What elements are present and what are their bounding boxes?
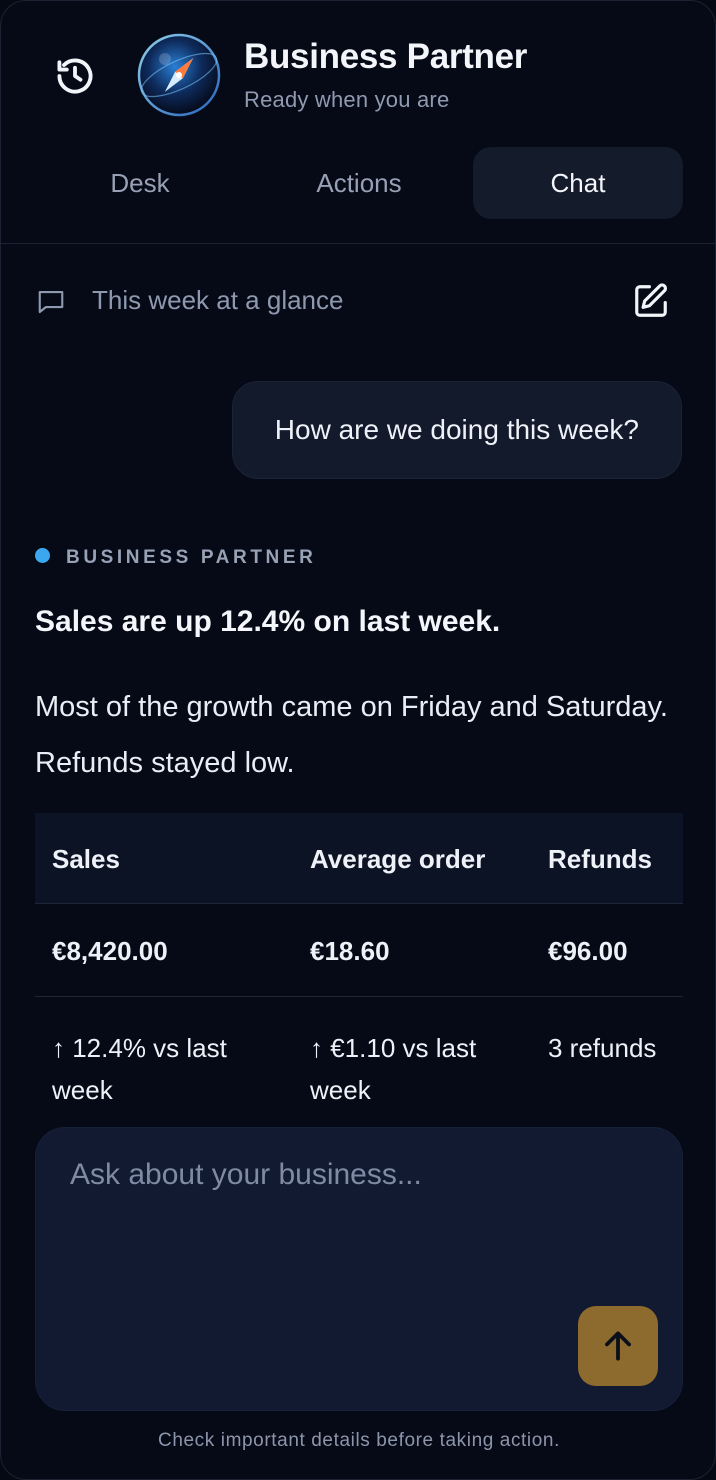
metric-value-sales: €8,420.00 [52, 936, 168, 966]
metrics-table: Sales Average order Refunds €8,420.00 €1… [35, 813, 683, 1117]
metrics-changes-row: ↑ 12.4% vs last week ↑ €1.10 vs last wee… [35, 997, 683, 1117]
assistant-label: BUSINESS PARTNER [35, 547, 316, 569]
message-input[interactable] [70, 1150, 630, 1200]
conversation-title: This week at a glance [92, 285, 344, 315]
composer [35, 1127, 683, 1411]
arrow-up-icon [605, 1331, 631, 1361]
user-message: How are we doing this week? [231, 381, 682, 479]
metric-change-sales: ↑ 12.4% vs last week [52, 1033, 227, 1105]
metric-header-refunds: Refunds [548, 844, 652, 874]
tab-actions[interactable]: Actions [254, 147, 464, 219]
assistant-name: BUSINESS PARTNER [66, 547, 317, 568]
metric-change-average-order: ↑ €1.10 vs last week [310, 1033, 477, 1105]
tab-desk[interactable]: Desk [35, 147, 245, 219]
disclaimer: Check important details before taking ac… [158, 1430, 560, 1451]
history-button[interactable] [47, 51, 103, 101]
compass-orb-icon [137, 33, 221, 117]
conversation-header: This week at a glance [35, 279, 675, 325]
app-frame: Business Partner Ready when you are Desk… [0, 0, 716, 1480]
tab-chat[interactable]: Chat [473, 147, 683, 219]
history-icon [57, 58, 93, 94]
header: Business Partner Ready when you are Desk… [1, 1, 715, 244]
metric-header-average-order: Average order [310, 844, 486, 874]
tab-bar: Desk Actions Chat [31, 147, 685, 219]
metric-header-sales: Sales [52, 844, 120, 874]
assistant-body: Most of the growth came on Friday and Sa… [35, 691, 668, 779]
app-title: Business Partner [244, 37, 528, 76]
app-status: Ready when you are [244, 87, 450, 112]
edit-square-icon [635, 283, 667, 317]
send-button[interactable] [578, 1306, 658, 1386]
assistant-headline: Sales are up 12.4% on last week. [35, 605, 501, 638]
metric-value-average-order: €18.60 [310, 936, 390, 966]
metrics-header-row: Sales Average order Refunds [35, 813, 683, 904]
chat-bubble-icon [38, 290, 64, 314]
new-chat-button[interactable] [629, 279, 673, 323]
metric-change-refunds: 3 refunds [548, 1033, 657, 1063]
metrics-values-row: €8,420.00 €18.60 €96.00 [35, 904, 683, 997]
metric-value-refunds: €96.00 [548, 936, 628, 966]
status-dot [35, 548, 50, 563]
